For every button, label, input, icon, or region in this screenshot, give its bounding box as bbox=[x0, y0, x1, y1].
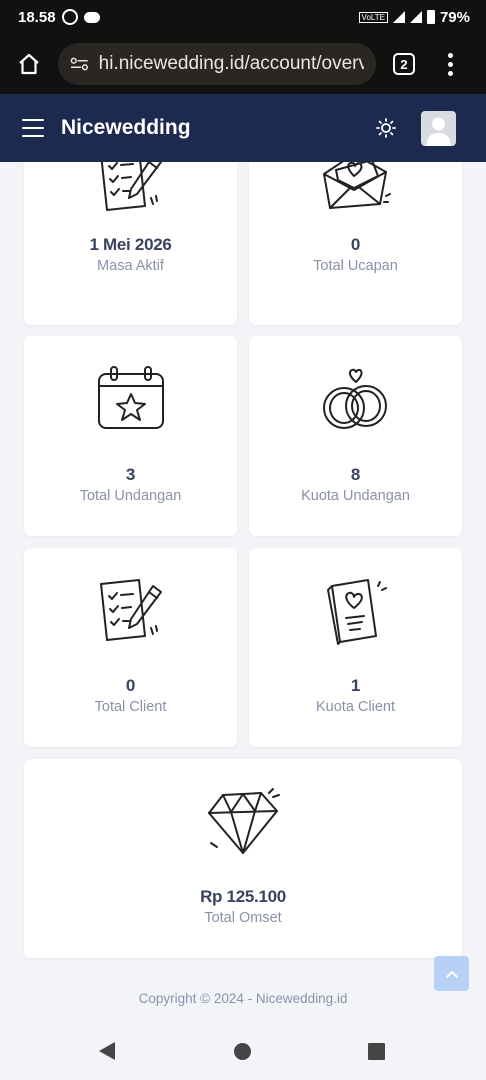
stat-label: Total Omset bbox=[204, 910, 282, 926]
stat-value: 0 bbox=[350, 235, 361, 254]
diamond-icon bbox=[208, 788, 280, 854]
address-bar[interactable]: hi.nicewedding.id/account/overvie bbox=[58, 43, 376, 85]
checklist-pencil-icon bbox=[99, 579, 162, 641]
app-header: Nicewedding bbox=[0, 94, 486, 162]
notification-icon bbox=[83, 11, 100, 23]
browser-menu-button[interactable] bbox=[447, 52, 453, 76]
scroll-to-top-button[interactable] bbox=[434, 956, 469, 991]
stat-card-total-omset: Rp 125.100 Total Omset bbox=[24, 759, 462, 958]
stat-card-total-ucapan: 0 Total Ucapan bbox=[249, 162, 462, 325]
checklist-pencil-icon bbox=[100, 162, 162, 211]
calendar-star-icon bbox=[97, 366, 164, 429]
envelope-heart-icon bbox=[322, 162, 391, 209]
stat-value: 8 bbox=[350, 465, 361, 484]
site-settings-icon[interactable] bbox=[70, 57, 89, 71]
wedding-rings-icon bbox=[322, 368, 387, 429]
stat-card-total-client: 0 Total Client bbox=[24, 548, 237, 747]
tab-switcher-button[interactable]: 2 bbox=[393, 53, 415, 75]
brand-title[interactable]: Nicewedding bbox=[61, 116, 191, 140]
stat-label: Kuota Client bbox=[316, 699, 395, 715]
user-avatar-icon bbox=[426, 117, 451, 146]
back-button[interactable] bbox=[99, 1042, 115, 1060]
dashboard-content: 1 Mei 2026 Masa Aktif 0 Total Ucapan 3 T… bbox=[0, 162, 486, 1080]
home-button[interactable] bbox=[14, 49, 44, 79]
theme-toggle-icon[interactable] bbox=[375, 117, 397, 139]
signal-icon bbox=[392, 11, 405, 23]
chevron-up-icon bbox=[445, 970, 458, 978]
volte-badge: VoLTE bbox=[358, 11, 388, 23]
user-avatar[interactable] bbox=[421, 110, 456, 146]
stat-label: Masa Aktif bbox=[97, 258, 164, 274]
status-bar: 18.58 VoLTE 79% bbox=[0, 0, 486, 34]
stat-card-total-undangan: 3 Total Undangan bbox=[24, 336, 237, 536]
stat-value: 1 Mei 2026 bbox=[89, 235, 172, 254]
stat-label: Total Client bbox=[94, 699, 167, 715]
status-time: 18.58 bbox=[18, 8, 56, 26]
system-navigation-bar bbox=[0, 1022, 486, 1080]
stat-label: Total Undangan bbox=[79, 488, 182, 504]
stat-value: 1 bbox=[350, 676, 361, 695]
stat-value: 3 bbox=[125, 465, 136, 484]
stat-label: Kuota Undangan bbox=[301, 488, 410, 504]
stat-label: Total Ucapan bbox=[313, 258, 398, 274]
footer-copyright: Copyright © 2024 - Nicewedding.id bbox=[138, 991, 348, 1006]
battery-icon bbox=[426, 10, 435, 24]
home-icon bbox=[19, 53, 39, 75]
signal-4g-icon bbox=[409, 11, 422, 23]
stat-card-kuota-undangan: 8 Kuota Undangan bbox=[249, 336, 462, 536]
recent-apps-button[interactable] bbox=[368, 1043, 385, 1060]
stat-value: 0 bbox=[125, 676, 136, 695]
home-nav-button[interactable] bbox=[234, 1043, 251, 1060]
stat-value: Rp 125.100 bbox=[200, 887, 286, 906]
stat-card-masa-aktif: 1 Mei 2026 Masa Aktif bbox=[24, 162, 237, 325]
battery-level: 79% bbox=[439, 8, 470, 26]
stat-card-kuota-client: 1 Kuota Client bbox=[249, 548, 462, 747]
whatsapp-icon bbox=[61, 9, 78, 25]
invitation-card-icon bbox=[326, 579, 387, 645]
browser-toolbar: hi.nicewedding.id/account/overvie 2 bbox=[0, 34, 486, 94]
url-text: hi.nicewedding.id/account/overvie bbox=[98, 53, 364, 74]
hamburger-menu-button[interactable] bbox=[22, 119, 44, 137]
